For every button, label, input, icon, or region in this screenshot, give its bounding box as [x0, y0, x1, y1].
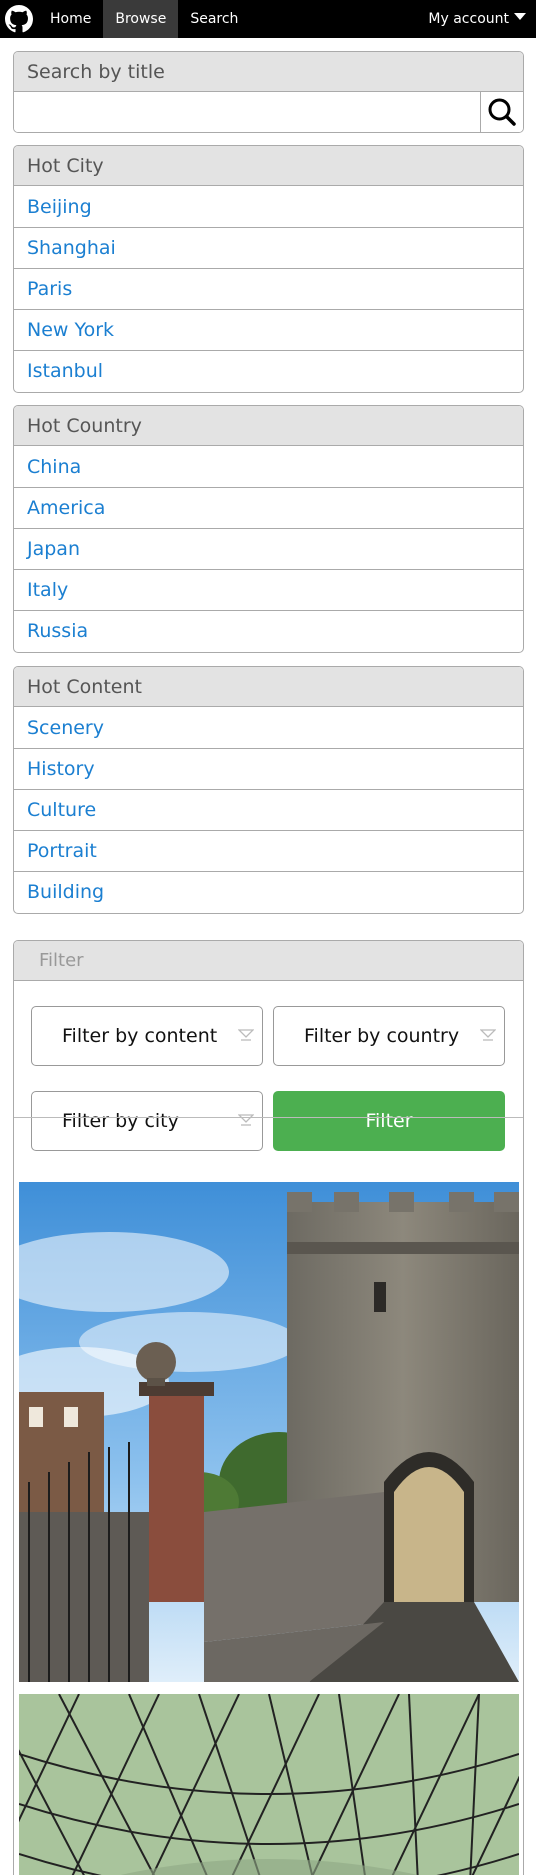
filter-button[interactable]: Filter — [273, 1091, 505, 1151]
hot-country-item-japan[interactable]: Japan — [14, 528, 523, 569]
hot-content-heading: Hot Content — [14, 667, 523, 707]
my-account-dropdown[interactable]: My account — [420, 0, 536, 38]
hot-country-item-china[interactable]: China — [14, 446, 523, 487]
hot-city-heading: Hot City — [14, 146, 523, 186]
hot-country-heading: Hot Country — [14, 406, 523, 446]
glass-roof-photo-image — [19, 1694, 519, 1875]
my-account-label: My account — [428, 11, 509, 27]
chevron-down-icon — [514, 12, 526, 20]
castle-photo-image — [19, 1182, 519, 1682]
hot-city-item-shanghai[interactable]: Shanghai — [14, 227, 523, 268]
hot-content-panel: Hot Content Scenery History Culture Port… — [13, 666, 524, 914]
filter-heading: Filter — [14, 941, 523, 981]
dropdown-arrow-icon — [480, 1029, 496, 1041]
hot-country-item-italy[interactable]: Italy — [14, 569, 523, 610]
hot-content-item-portrait[interactable]: Portrait — [14, 830, 523, 871]
hot-content-item-building[interactable]: Building — [14, 871, 523, 912]
filter-divider — [14, 1117, 523, 1118]
filter-by-country-label: Filter by country — [304, 1025, 460, 1047]
filter-by-content-label: Filter by content — [62, 1025, 218, 1047]
hot-city-item-paris[interactable]: Paris — [14, 268, 523, 309]
hot-country-item-russia[interactable]: Russia — [14, 610, 523, 651]
photo-glass-roof[interactable] — [19, 1694, 519, 1875]
hot-city-item-beijing[interactable]: Beijing — [14, 186, 523, 227]
github-logo-icon[interactable] — [0, 0, 38, 38]
hot-content-item-scenery[interactable]: Scenery — [14, 707, 523, 748]
search-panel-heading: Search by title — [14, 52, 523, 92]
filter-panel: Filter Filter by content Filter by count… — [13, 940, 524, 1875]
hot-content-item-culture[interactable]: Culture — [14, 789, 523, 830]
nav-home-link[interactable]: Home — [38, 0, 103, 38]
dropdown-arrow-icon — [238, 1029, 254, 1041]
hot-content-item-history[interactable]: History — [14, 748, 523, 789]
search-icon — [488, 98, 516, 126]
search-input[interactable] — [14, 92, 480, 132]
filter-by-content-select[interactable]: Filter by content — [31, 1006, 263, 1066]
hot-city-item-istanbul[interactable]: Istanbul — [14, 350, 523, 391]
nav-search-link[interactable]: Search — [178, 0, 250, 38]
filter-by-city-select[interactable]: Filter by city — [31, 1091, 263, 1151]
search-panel: Search by title — [13, 51, 524, 133]
hot-city-panel: Hot City Beijing Shanghai Paris New York… — [13, 145, 524, 393]
hot-city-item-new-york[interactable]: New York — [14, 309, 523, 350]
hot-country-item-america[interactable]: America — [14, 487, 523, 528]
photo-castle-gate[interactable] — [19, 1182, 519, 1682]
filter-by-country-select[interactable]: Filter by country — [273, 1006, 505, 1066]
top-navbar: Home Browse Search My account — [0, 0, 536, 38]
search-button[interactable] — [480, 92, 523, 132]
filter-by-city-label: Filter by city — [62, 1110, 179, 1132]
hot-country-panel: Hot Country China America Japan Italy Ru… — [13, 405, 524, 653]
nav-browse-link[interactable]: Browse — [103, 0, 179, 38]
